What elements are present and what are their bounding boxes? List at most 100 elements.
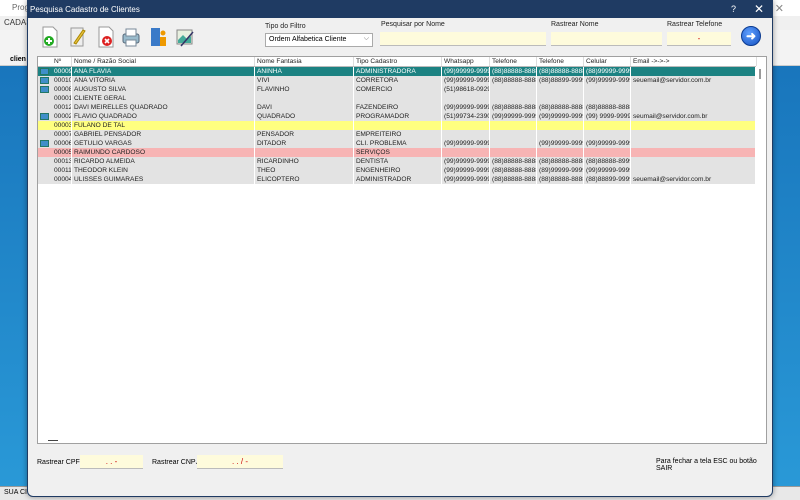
cell-col-email [631,94,757,103]
vertical-scrollbar[interactable] [755,67,766,443]
track-phone-input[interactable]: - [667,32,731,46]
cell-col-name: FULANO DE TAL [72,121,255,130]
cell-col-number: 00012 [54,103,72,112]
horizontal-scroll-indicator[interactable] [48,440,58,441]
header-col-number[interactable]: Nº [52,57,72,66]
cell-col-type: ENGENHEIRO [354,166,442,175]
track-cpf-input[interactable]: . . - [80,455,143,469]
table-row[interactable]: 00013 RICARDO ALMEIDA RICARDINHO DENTISTA (9… [38,157,757,166]
help-button[interactable]: ? [731,4,736,14]
cell-col-phone1: (88)88888-8888 [492,166,537,175]
cell-col-fantasy: VIVI [255,76,354,85]
close-button[interactable]: ✕ [754,2,764,16]
cell-col-phone1: (88)88888-8888 [492,157,537,166]
cell-col-phone2: (89)99999-9999 [539,166,584,175]
cell-col-phone2 [537,130,584,139]
exit-icon[interactable] [149,26,169,48]
contact-card-icon [40,113,49,120]
cell-col-number: 00005 [54,148,72,157]
cell-col-email [631,103,757,112]
new-icon[interactable] [40,26,60,48]
header-col-fantasy[interactable]: Nome Fantasia [255,57,354,66]
cell-col-phone1 [490,85,537,94]
cell-col-phone1 [490,94,537,103]
cell-col-email: seuemail@servidor.com.br [631,76,757,85]
table-row[interactable]: 00011 THEODOR KLEIN THEO ENGENHEIRO (99)9999… [38,166,757,175]
cell-col-mobile: (99)99999-9999 [586,76,631,85]
delete-icon[interactable] [96,26,116,48]
edit-icon[interactable] [68,26,88,48]
table-row[interactable]: 00007 GABRIEL PENSADOR PENSADOR EMPREITEIRO [38,130,757,139]
cell-col-name: GETULIO VARGAS [72,139,255,148]
table-row[interactable]: 00005 RAIMUNDO CARDOSO SERVIÇOS [38,148,757,157]
table-row[interactable]: 00009 ANA FLAVIA ANINHA ADMINISTRADORA (99)9… [38,67,757,76]
clients-tool[interactable]: clien [10,56,26,63]
cell-col-whatsapp: (99)99999-9999 [444,67,490,76]
table-row[interactable]: 00010 ANA VITORIA VIVI CORRETORA (99)99999-9… [38,76,757,85]
cell-col-fantasy: RICARDINHO [255,157,354,166]
cell-col-fantasy [255,148,354,157]
search-clients-dialog: Pesquisa Cadastro de Clientes ? ✕ Tipo d… [27,0,773,497]
cell-col-fantasy: ELICOPTERO [255,175,354,184]
cell-col-phone2 [537,94,584,103]
cell-col-fantasy: FLAVINHO [255,85,354,94]
cell-col-whatsapp: (99)99999-9999 [444,139,490,148]
table-row[interactable]: 00001 CLIENTE GERAL [38,94,757,103]
cell-col-type: CORRETORA [354,76,442,85]
cell-col-email [631,130,757,139]
header-col-phone1[interactable]: Telefone [490,57,537,66]
table-row[interactable]: 00008 AUGUSTO SILVA FLAVINHO COMERCIO (51)98… [38,85,757,94]
cell-col-number: 00004 [54,175,72,184]
cell-col-phone1: (88)88888-8888 [492,103,537,112]
search-name-input[interactable] [380,32,546,46]
scrollbar-thumb[interactable] [759,69,761,79]
track-cnpj-input[interactable]: . . / - [197,455,283,469]
track-name-input[interactable] [551,32,662,46]
header-col-type[interactable]: Tipo Cadastro [354,57,442,66]
cell-col-phone2: (88)88888-8888 [539,157,584,166]
cell-col-phone1: (88)88888-8888 [492,76,537,85]
cell-col-fantasy: DITADOR [255,139,354,148]
cell-col-name: FLAVIO QUADRADO [72,112,255,121]
header-col-mobile[interactable]: Celular [584,57,631,66]
header-col-phone2[interactable]: Telefone [537,57,584,66]
cell-col-fantasy: PENSADOR [255,130,354,139]
cell-col-phone2: (88)88888-8888 [539,67,584,76]
cell-col-phone1 [490,130,537,139]
table-row[interactable]: 00012 DAVI MEIRELLES QUADRADO DAVI FAZENDEI… [38,103,757,112]
cell-col-type [354,121,442,130]
table-row[interactable]: 00003 FULANO DE TAL [38,121,757,130]
track-name-label: Rastrear Nome [551,21,599,28]
cell-col-fantasy [255,94,354,103]
cell-col-phone1 [490,139,537,148]
cell-col-whatsapp [442,148,490,157]
cell-col-type: ADMINISTRADORA [354,67,442,76]
cell-col-number: 00008 [54,85,72,94]
arrow-right-icon[interactable]: ➜ [741,26,761,46]
filter-type-select[interactable]: Ordem Alfabetica Cliente ⌵ [265,33,373,47]
header-col-whatsapp[interactable]: Whatsapp [442,57,490,66]
cell-col-number: 00013 [54,157,72,166]
cell-col-whatsapp [442,130,490,139]
cell-col-email [631,148,757,157]
background-close-icon[interactable]: ✕ [775,2,784,15]
cell-col-fantasy: QUADRADO [255,112,354,121]
header-col-name[interactable]: Nome / Razão Social [72,57,255,66]
cell-col-whatsapp: (99)99999-9999 [444,166,490,175]
table-row[interactable]: 00006 GETULIO VARGAS DITADOR CLI. PROBLEMA(… [38,139,757,148]
cell-col-whatsapp: (99)99999-9999 [444,175,490,184]
report-icon[interactable] [175,26,195,48]
cell-col-mobile: (88)88899-9999 [586,175,631,184]
cell-col-whatsapp: (51)99734-2390 [444,112,490,121]
cell-col-whatsapp [442,94,490,103]
cell-col-number: 00011 [54,166,72,175]
cell-col-phone2 [537,85,584,94]
cell-col-email [631,139,757,148]
header-col-email[interactable]: Email ->->-> [631,57,757,66]
table-row[interactable]: 00004 ULISSES GUIMARAES ELICOPTERO ADMINIST… [38,175,757,184]
cell-col-mobile: (99)99999-9999 [586,166,631,175]
cell-col-name: DAVI MEIRELLES QUADRADO [72,103,255,112]
print-icon[interactable] [121,26,141,48]
cell-col-number: 00009 [54,67,72,76]
table-row[interactable]: 00002 FLAVIO QUADRADO QUADRADO PROGRAMADOR(… [38,112,757,121]
